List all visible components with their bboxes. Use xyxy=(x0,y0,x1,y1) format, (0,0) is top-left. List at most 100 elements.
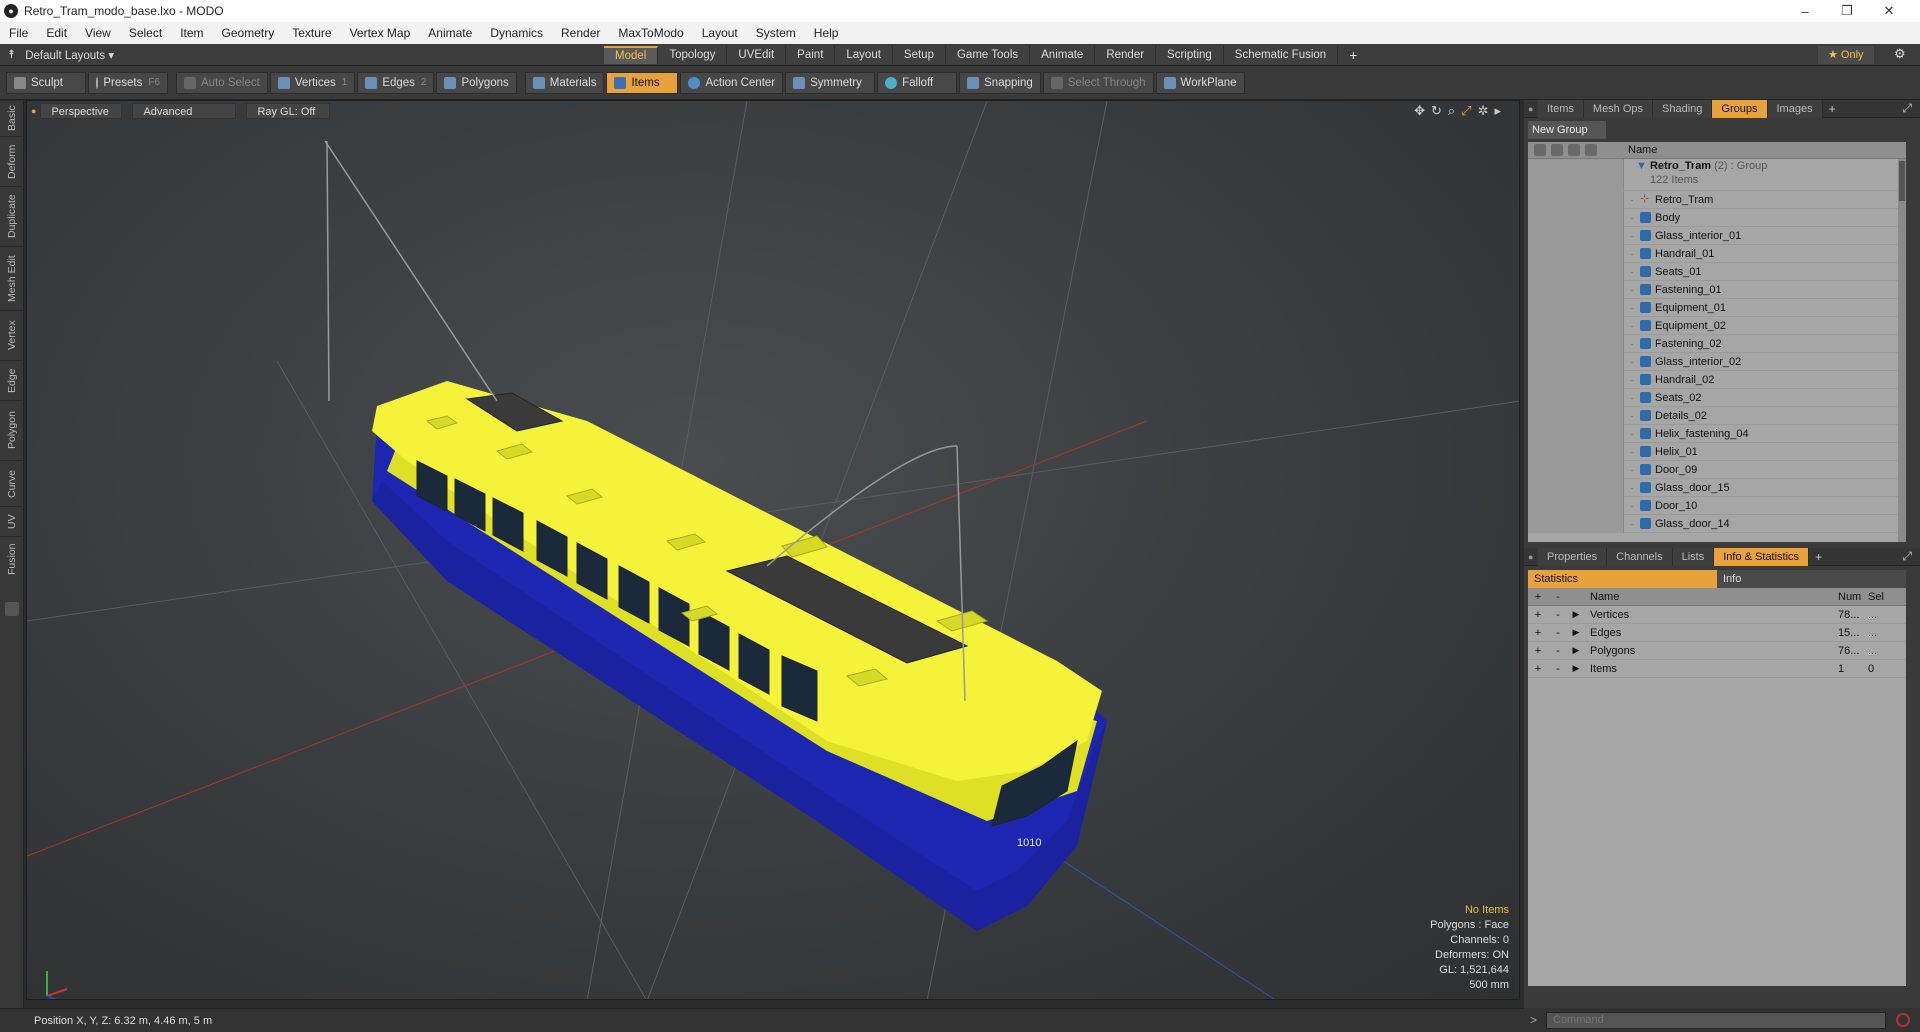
add-icon[interactable]: + xyxy=(1528,627,1548,639)
new-group-button[interactable]: New Group xyxy=(1528,121,1606,139)
layout-dropdown[interactable]: Default Layouts ▾ xyxy=(25,48,114,62)
menu-render[interactable]: Render xyxy=(552,26,609,40)
list-item[interactable]: · Seats_01 xyxy=(1528,262,1906,281)
tab-model[interactable]: Model xyxy=(604,46,659,64)
collapse-all-icon[interactable]: - xyxy=(1548,591,1568,603)
close-button[interactable]: ✕ xyxy=(1868,0,1910,22)
lock-icon[interactable] xyxy=(1568,144,1580,156)
menu-help[interactable]: Help xyxy=(805,26,848,40)
menu-vertex-map[interactable]: Vertex Map xyxy=(341,26,420,40)
action-center-button[interactable]: Action Center xyxy=(680,71,784,94)
subtab-info[interactable]: Info xyxy=(1717,570,1906,588)
record-icon[interactable] xyxy=(1896,1013,1910,1027)
tab-render[interactable]: Render xyxy=(1095,46,1157,64)
tab-properties[interactable]: Properties xyxy=(1538,547,1608,566)
tab-layout[interactable]: Layout xyxy=(835,46,893,64)
list-item[interactable]: · ⊹ Retro_Tram xyxy=(1528,190,1906,209)
tab-info-statistics[interactable]: Info & Statistics xyxy=(1714,547,1810,566)
add-icon[interactable]: + xyxy=(1528,663,1548,675)
menu-layout[interactable]: Layout xyxy=(693,26,747,40)
tab-lists[interactable]: Lists xyxy=(1672,547,1715,566)
expand-arrow-icon[interactable]: ▶ xyxy=(1568,627,1584,638)
minimize-button[interactable]: – xyxy=(1784,0,1826,22)
table-row[interactable]: + - ▶ Vertices 78...... xyxy=(1528,606,1906,624)
tab-items[interactable]: Items xyxy=(1538,99,1584,118)
remove-icon[interactable]: - xyxy=(1548,627,1568,639)
menu-animate[interactable]: Animate xyxy=(419,26,481,40)
snapping-button[interactable]: Snapping xyxy=(959,71,1041,94)
menu-edit[interactable]: Edit xyxy=(37,26,76,40)
vertices-button[interactable]: Vertices 1 xyxy=(269,71,356,94)
table-row[interactable]: + - ▶ Edges 15...... xyxy=(1528,624,1906,642)
remove-icon[interactable]: - xyxy=(1548,645,1568,657)
menu-file[interactable]: File xyxy=(0,26,37,40)
table-row[interactable]: + - ▶ Polygons 76...... xyxy=(1528,642,1906,660)
list-item[interactable]: · Body xyxy=(1528,208,1906,227)
presets-button[interactable]: Presets F6 xyxy=(88,71,168,94)
tab-game-tools[interactable]: Game Tools xyxy=(945,46,1031,64)
add-tab-button[interactable]: + xyxy=(1338,46,1368,64)
3d-viewport[interactable]: ● Perspective Advanced Ray GL: Off ✥ ↻ ⌕… xyxy=(26,100,1520,1000)
tab-topology[interactable]: Topology xyxy=(658,46,728,64)
panel-expand-icon[interactable]: ⤢ xyxy=(1902,101,1912,116)
workplane-button[interactable]: WorkPlane xyxy=(1155,71,1245,94)
subtab-statistics[interactable]: Statistics xyxy=(1528,570,1717,588)
tab-paint[interactable]: Paint xyxy=(786,46,836,64)
tab-schematic-fusion[interactable]: Schematic Fusion xyxy=(1223,46,1339,64)
menu-dynamics[interactable]: Dynamics xyxy=(481,26,552,40)
add-bottom-tab-icon[interactable]: + xyxy=(1815,550,1822,564)
group-row[interactable]: ▼ Retro_Tram (2) : Group 122 Items xyxy=(1528,159,1906,191)
visibility-icon[interactable] xyxy=(1534,144,1546,156)
remove-icon[interactable]: - xyxy=(1548,609,1568,621)
auto-select-button[interactable]: Auto Select xyxy=(176,71,268,94)
table-row[interactable]: + - ▶ Items 1 0 xyxy=(1528,660,1906,678)
items-button[interactable]: Items xyxy=(606,71,679,94)
vtab-fusion[interactable]: Fusion xyxy=(0,536,24,582)
symmetry-button[interactable]: Symmetry xyxy=(785,71,876,94)
expand-arrow-icon[interactable]: ▶ xyxy=(1568,609,1584,620)
gear-icon[interactable]: ⚙ xyxy=(1894,46,1906,62)
tab-scripting[interactable]: Scripting xyxy=(1156,46,1224,64)
edges-button[interactable]: Edges 2 xyxy=(357,71,435,94)
command-input[interactable] xyxy=(1546,1011,1886,1029)
expand-arrow-icon[interactable]: ▶ xyxy=(1568,663,1584,674)
materials-button[interactable]: Materials xyxy=(524,71,605,94)
render-icon[interactable] xyxy=(1551,144,1563,156)
panel-toggle-icon[interactable] xyxy=(5,602,19,616)
list-item[interactable]: · Details_02 xyxy=(1528,406,1906,425)
tab-channels[interactable]: Channels xyxy=(1607,547,1673,566)
menu-item[interactable]: Item xyxy=(171,26,212,40)
bottom-panel-menu-icon[interactable]: ● xyxy=(1528,552,1538,562)
menu-texture[interactable]: Texture xyxy=(283,26,340,40)
panel-menu-icon[interactable]: ● xyxy=(1528,104,1538,114)
falloff-button[interactable]: Falloff xyxy=(877,71,958,94)
list-item[interactable]: · Helix_fastening_04 xyxy=(1528,424,1906,443)
menu-select[interactable]: Select xyxy=(120,26,171,40)
vtab-vertex[interactable]: Vertex xyxy=(0,310,24,360)
list-item[interactable]: · Equipment_01 xyxy=(1528,298,1906,317)
menu-system[interactable]: System xyxy=(747,26,805,40)
vtab-deform[interactable]: Deform xyxy=(0,136,24,186)
menu-maxtomodo[interactable]: MaxToModo xyxy=(609,26,692,40)
select-through-button[interactable]: Select Through xyxy=(1042,71,1154,94)
list-item[interactable]: · Handrail_02 xyxy=(1528,370,1906,389)
add-icon[interactable]: + xyxy=(1528,609,1548,621)
tab-uvedit[interactable]: UVEdit xyxy=(727,46,787,64)
list-item[interactable]: · Seats_02 xyxy=(1528,388,1906,407)
layout-toggle-icon[interactable]: ⯭ xyxy=(8,47,15,62)
expand-arrow-icon[interactable]: ▶ xyxy=(1568,645,1584,656)
vtab-duplicate[interactable]: Duplicate xyxy=(0,186,24,246)
vtab-edge[interactable]: Edge xyxy=(0,360,24,400)
list-item[interactable]: · Helix_01 xyxy=(1528,442,1906,461)
tab-setup[interactable]: Setup xyxy=(892,46,946,64)
polygons-button[interactable]: Polygons xyxy=(436,71,517,94)
remove-icon[interactable]: - xyxy=(1548,663,1568,675)
vtab-basic[interactable]: Basic xyxy=(0,100,24,136)
expand-all-icon[interactable]: + xyxy=(1528,591,1548,603)
list-item[interactable]: · Door_09 xyxy=(1528,460,1906,479)
vtab-uv[interactable]: UV xyxy=(0,506,24,536)
tab-images[interactable]: Images xyxy=(1767,99,1823,118)
bottom-panel-expand-icon[interactable]: ⤢ xyxy=(1902,549,1912,564)
menu-view[interactable]: View xyxy=(76,26,120,40)
add-panel-tab-icon[interactable]: + xyxy=(1829,102,1836,116)
